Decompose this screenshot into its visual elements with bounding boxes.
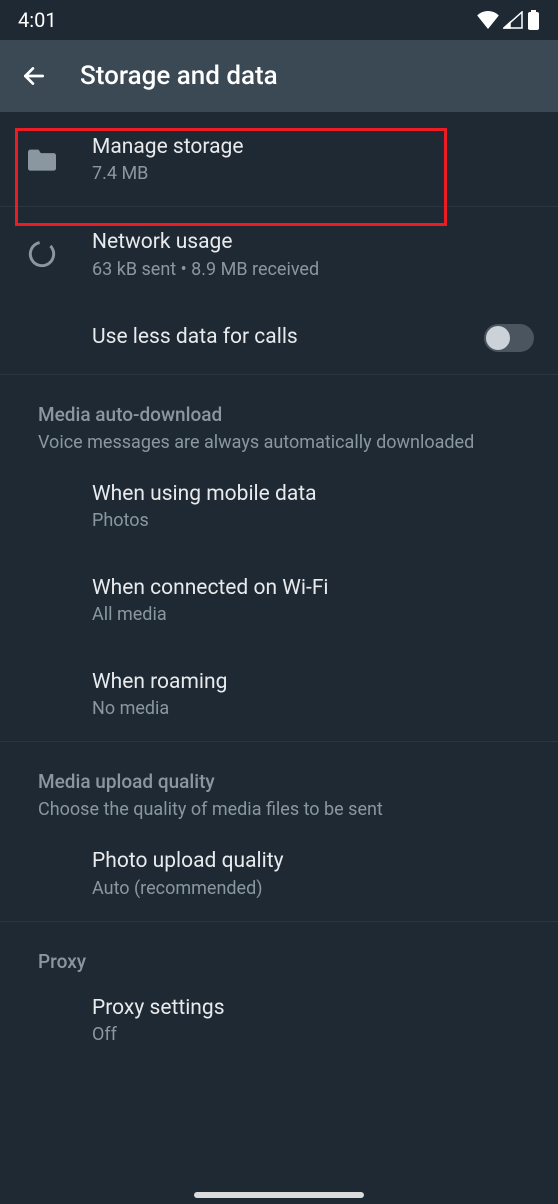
page-title: Storage and data bbox=[80, 61, 278, 91]
mobile-data-label: When using mobile data bbox=[92, 481, 534, 508]
status-time: 4:01 bbox=[18, 8, 57, 32]
media-download-heading: Media auto-download bbox=[38, 403, 534, 426]
app-bar: Storage and data bbox=[0, 40, 558, 112]
proxy-settings-row[interactable]: Proxy settings Off bbox=[0, 973, 558, 1053]
data-usage-icon bbox=[28, 240, 56, 268]
manage-storage-label: Manage storage bbox=[92, 134, 534, 161]
network-usage-sub: 63 kB sent • 8.9 MB received bbox=[92, 259, 534, 280]
back-button[interactable] bbox=[20, 62, 48, 90]
upload-quality-caption: Choose the quality of media files to be … bbox=[38, 799, 534, 820]
roaming-row[interactable]: When roaming No media bbox=[0, 647, 558, 741]
photo-quality-label: Photo upload quality bbox=[92, 848, 534, 875]
network-usage-label: Network usage bbox=[92, 229, 534, 256]
proxy-settings-label: Proxy settings bbox=[92, 995, 534, 1022]
photo-quality-row[interactable]: Photo upload quality Auto (recommended) bbox=[0, 826, 558, 920]
status-bar: 4:01 bbox=[0, 0, 558, 40]
wifi-row[interactable]: When connected on Wi-Fi All media bbox=[0, 553, 558, 647]
manage-storage-row[interactable]: Manage storage 7.4 MB bbox=[0, 112, 558, 206]
network-usage-row[interactable]: Network usage 63 kB sent • 8.9 MB receiv… bbox=[0, 207, 558, 301]
battery-icon bbox=[527, 10, 540, 30]
wifi-icon bbox=[477, 11, 499, 29]
upload-quality-heading: Media upload quality bbox=[38, 770, 534, 793]
proxy-settings-sub: Off bbox=[92, 1024, 534, 1045]
use-less-data-toggle[interactable] bbox=[484, 324, 534, 352]
photo-quality-sub: Auto (recommended) bbox=[92, 878, 534, 899]
status-icons bbox=[477, 10, 540, 30]
proxy-heading: Proxy bbox=[38, 950, 534, 973]
use-less-data-label: Use less data for calls bbox=[92, 324, 452, 351]
mobile-data-sub: Photos bbox=[92, 510, 534, 531]
use-less-data-row[interactable]: Use less data for calls bbox=[0, 302, 558, 374]
settings-content: Manage storage 7.4 MB Network usage 63 k… bbox=[0, 112, 558, 1053]
mobile-data-row[interactable]: When using mobile data Photos bbox=[0, 459, 558, 553]
media-download-header: Media auto-download Voice messages are a… bbox=[0, 375, 558, 459]
proxy-header: Proxy bbox=[0, 922, 558, 973]
upload-quality-header: Media upload quality Choose the quality … bbox=[0, 742, 558, 826]
wifi-sub: All media bbox=[92, 604, 534, 625]
nav-indicator bbox=[194, 1192, 364, 1198]
roaming-label: When roaming bbox=[92, 669, 534, 696]
arrow-left-icon bbox=[21, 63, 47, 89]
toggle-knob bbox=[486, 326, 510, 350]
manage-storage-sub: 7.4 MB bbox=[92, 163, 534, 184]
wifi-label: When connected on Wi-Fi bbox=[92, 575, 534, 602]
roaming-sub: No media bbox=[92, 698, 534, 719]
media-download-caption: Voice messages are always automatically … bbox=[38, 432, 534, 453]
signal-icon bbox=[503, 11, 523, 29]
folder-icon bbox=[28, 147, 56, 171]
